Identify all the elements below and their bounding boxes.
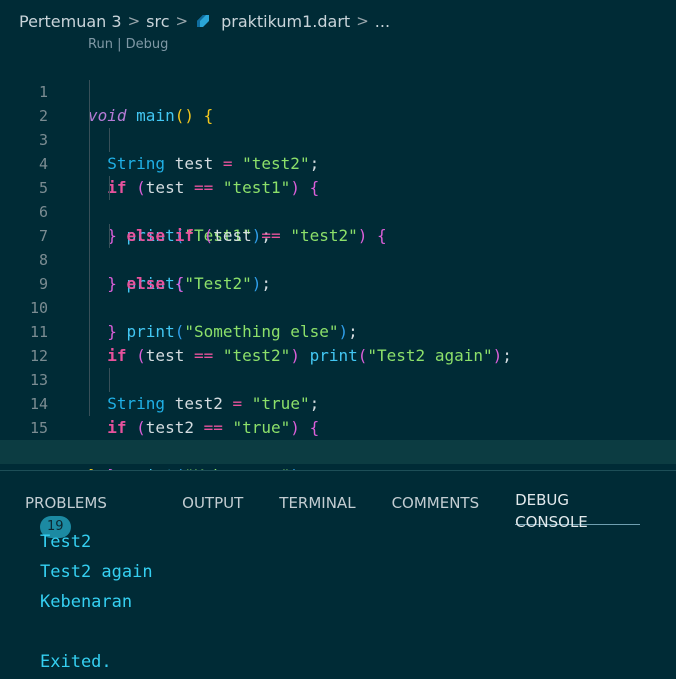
indent-guide <box>89 344 90 368</box>
tab-problems-label: PROBLEMS <box>25 494 107 512</box>
indent-guide <box>89 224 90 248</box>
chevron-right-icon: > <box>356 12 369 30</box>
tab-problems[interactable]: PROBLEMS19 <box>25 492 146 538</box>
indent-guide <box>89 200 90 224</box>
editor: Pertemuan 3 > src > praktikum1.dart > ..… <box>0 0 676 485</box>
indent-guide <box>89 104 90 128</box>
indent-guide <box>89 296 90 320</box>
chevron-right-icon: > <box>127 12 141 30</box>
tab-debug-console[interactable]: DEBUG CONSOLE <box>515 489 640 531</box>
console-line: Kebenaran <box>40 592 133 612</box>
breadcrumb-more[interactable]: ... <box>375 12 390 31</box>
indent-guide <box>89 272 90 296</box>
code-line[interactable]: 15 } <box>0 392 676 485</box>
code-line[interactable]: 1 void main() { <box>0 56 676 125</box>
console-line: Exited. <box>40 652 112 672</box>
codelens-debug[interactable]: Debug <box>126 37 169 52</box>
tab-output[interactable]: OUTPUT <box>182 492 243 522</box>
breadcrumb-subfolder[interactable]: src <box>146 12 169 31</box>
debug-console-output: Test2 Test2 again Kebenaran Exited. <box>40 527 153 677</box>
code-line[interactable]: 2 String test = "test2"; <box>0 80 676 173</box>
indent-guide <box>89 176 90 200</box>
code-line[interactable]: 9 } <box>0 248 676 341</box>
tab-terminal[interactable]: TERMINAL <box>279 492 355 522</box>
indent-guide <box>89 320 90 344</box>
indent-guide <box>109 368 110 392</box>
panel-tabs: PROBLEMS19 OUTPUT TERMINAL COMMENTS DEBU… <box>25 489 676 538</box>
bottom-panel: PROBLEMS19 OUTPUT TERMINAL COMMENTS DEBU… <box>0 471 676 679</box>
code-line-current[interactable]: 17 <box>0 440 676 485</box>
breadcrumb-file[interactable]: praktikum1.dart <box>221 12 350 31</box>
code-line[interactable]: 7 } else { <box>0 200 676 293</box>
code-line[interactable]: 11 <box>0 296 676 341</box>
code-line[interactable]: 12 String test2 = "true"; <box>0 320 676 413</box>
indent-guide <box>89 248 90 272</box>
breadcrumb-folder[interactable]: Pertemuan 3 <box>19 12 122 31</box>
indent-guide <box>109 128 110 152</box>
indent-guide <box>89 392 90 416</box>
breadcrumb: Pertemuan 3 > src > praktikum1.dart > ..… <box>19 10 390 32</box>
indent-guide <box>89 80 90 104</box>
code-line[interactable]: 16 } <box>0 416 676 485</box>
code-line[interactable]: 10 if (test == "test2") print("Test2 aga… <box>0 272 676 365</box>
codelens-separator: | <box>117 37 122 52</box>
console-line: Test2 <box>40 532 92 552</box>
code-line[interactable]: 3 if (test == "test1") { <box>0 104 676 197</box>
console-line: Test2 again <box>40 562 153 582</box>
code-line[interactable]: 8 print("Something else"); <box>0 224 676 341</box>
tab-comments[interactable]: COMMENTS <box>392 492 480 522</box>
dart-logo-icon <box>197 15 210 27</box>
codelens-run[interactable]: Run <box>88 37 113 52</box>
codelens: Run | Debug <box>88 37 168 52</box>
indent-guide <box>89 368 90 392</box>
code-line[interactable]: 5 } else if (test == "test2") { <box>0 152 676 245</box>
code-line[interactable]: 4 print("Test1"); <box>0 128 676 245</box>
indent-guide <box>89 152 90 176</box>
code-lines[interactable]: 1 void main() { 2 String test = "test2";… <box>0 56 676 485</box>
chevron-right-icon: > <box>175 12 189 30</box>
code-line[interactable]: 6 print("Test2"); <box>0 176 676 293</box>
code-line[interactable]: 14 print("Kebenaran"); <box>0 368 676 485</box>
indent-guide <box>109 176 110 200</box>
indent-guide <box>109 224 110 248</box>
code-line[interactable]: 13 if (test2 == "true") { <box>0 344 676 437</box>
indent-guide <box>89 128 90 152</box>
